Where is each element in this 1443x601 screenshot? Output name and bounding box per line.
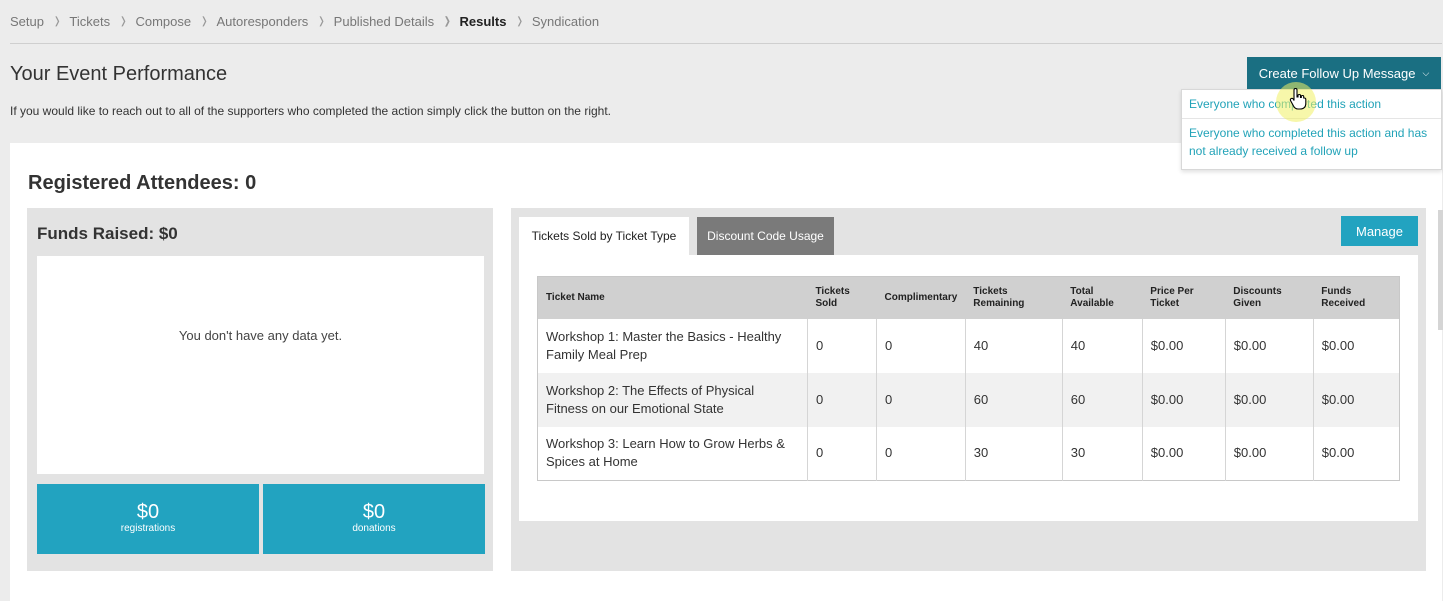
page-title: Your Event Performance (10, 63, 228, 85)
table-cell: $0.00 (1141, 372, 1226, 427)
registrations-label: registrations (120, 523, 176, 534)
results-panel: Registered Attendees: 0 Funds Raised: $0… (10, 143, 1442, 601)
breadcrumb-label: Published Details (333, 14, 435, 29)
column-header: Price Per Ticket (1142, 276, 1226, 319)
table-cell: $0.00 (1312, 318, 1400, 373)
column-header: Ticket Name (537, 276, 808, 319)
breadcrumb-item-compose[interactable]: ❭ Compose (110, 14, 191, 29)
manage-button[interactable]: Manage (1341, 216, 1418, 246)
ticket-name-cell: Workshop 2: The Effects of Physical Fitn… (537, 372, 808, 427)
chevron-right-icon: ❭ (52, 16, 62, 27)
table-cell: 60 (964, 372, 1063, 427)
breadcrumb-label: Setup (10, 14, 44, 29)
table-cell: 40 (964, 318, 1063, 373)
breadcrumb-item-tickets[interactable]: ❭ Tickets (44, 14, 110, 29)
table-cell: $0.00 (1224, 318, 1314, 373)
breadcrumb-label: Syndication (531, 14, 600, 29)
chevron-right-icon: ❭ (119, 16, 128, 27)
table-cell: $0.00 (1312, 372, 1400, 427)
breadcrumb-item-setup[interactable]: Setup (10, 14, 44, 29)
table-cell: $0.00 (1312, 426, 1400, 481)
table-header-row: Ticket Name Tickets Sold Complimentary T… (537, 276, 1400, 319)
breadcrumb-item-autoresponders[interactable]: ❭ Autoresponders (191, 14, 308, 29)
tab-discount-code-usage[interactable]: Discount Code Usage (697, 217, 834, 255)
table-cell: 0 (807, 318, 877, 373)
follow-up-option-not-followed-up[interactable]: Everyone who completed this action and h… (1182, 119, 1441, 165)
table-cell: 0 (876, 318, 966, 373)
column-header: Tickets Remaining (965, 276, 1063, 319)
table-cell: $0.00 (1224, 372, 1314, 427)
breadcrumb-label: Compose (135, 14, 192, 29)
table-cell: $0.00 (1141, 426, 1226, 481)
chevron-right-icon: ❭ (515, 16, 524, 27)
ticket-name-cell: Workshop 1: Master the Basics - Healthy … (537, 318, 808, 373)
table-row: Workshop 1: Master the Basics - Healthy … (537, 318, 1400, 373)
column-header: Tickets Sold (807, 276, 877, 319)
breadcrumb-item-published-details[interactable]: ❭ Published Details (308, 14, 434, 29)
column-header: Total Available (1062, 276, 1143, 319)
scrollbar[interactable] (1438, 210, 1443, 330)
table-cell: 30 (1061, 426, 1143, 481)
table-row: Workshop 2: The Effects of Physical Fitn… (537, 372, 1400, 427)
table-cell: 40 (1061, 318, 1143, 373)
table-cell: 0 (807, 372, 877, 427)
column-header: Funds Received (1313, 276, 1400, 319)
create-follow-up-label: Create Follow Up Message (1258, 65, 1416, 81)
chevron-right-icon: ❭ (200, 16, 209, 27)
registered-attendees: Registered Attendees: 0 (28, 172, 257, 194)
breadcrumb-label: Autoresponders (216, 14, 309, 29)
breadcrumb-item-syndication[interactable]: ❭ Syndication (506, 14, 599, 29)
breadcrumb: Setup ❭ Tickets ❭ Compose ❭ Autoresponders … (10, 14, 1442, 44)
tab-tickets-sold[interactable]: Tickets Sold by Ticket Type (519, 217, 689, 255)
tickets-tab-content: Ticket Name Tickets Sold Complimentary T… (519, 255, 1418, 521)
table-cell: 0 (807, 426, 877, 481)
create-follow-up-button[interactable]: Create Follow Up Message ⌵ (1247, 57, 1441, 89)
table-row: Workshop 3: Learn How to Grow Herbs & Sp… (537, 426, 1400, 481)
breadcrumb-label: Results (459, 14, 507, 29)
table-cell: 30 (964, 426, 1063, 481)
donations-stat: $0 donations (263, 484, 485, 554)
column-header: Complimentary (876, 276, 966, 319)
column-header: Discounts Given (1225, 276, 1314, 319)
page-description: If you would like to reach out to all of… (10, 104, 611, 118)
funds-raised-title: Funds Raised: $0 (37, 224, 178, 243)
donations-label: donations (352, 523, 396, 534)
chevron-down-icon: ⌵ (1422, 67, 1430, 78)
breadcrumb-item-results[interactable]: ❭ Results (434, 14, 506, 29)
table-cell: 0 (876, 426, 966, 481)
chevron-right-icon: ❭ (317, 16, 326, 27)
empty-data-message: You don't have any data yet. (178, 328, 343, 343)
ticket-name-cell: Workshop 3: Learn How to Grow Herbs & Sp… (537, 426, 808, 481)
funds-raised-panel: Funds Raised: $0 You don't have any data… (27, 208, 493, 571)
table-cell: $0.00 (1224, 426, 1314, 481)
donations-value: $0 (362, 501, 386, 523)
table-cell: $0.00 (1141, 318, 1226, 373)
tickets-table: Ticket Name Tickets Sold Complimentary T… (537, 276, 1400, 481)
table-cell: 0 (876, 372, 966, 427)
tickets-panel: Tickets Sold by Ticket Type Discount Cod… (511, 208, 1426, 571)
registrations-stat: $0 registrations (37, 484, 259, 554)
table-cell: 60 (1061, 372, 1143, 427)
hand-pointer-icon (1289, 88, 1307, 110)
breadcrumb-label: Tickets (69, 14, 111, 29)
chevron-right-icon: ❭ (443, 16, 452, 27)
registrations-value: $0 (136, 501, 160, 523)
funds-chart-area: You don't have any data yet. (37, 256, 484, 474)
